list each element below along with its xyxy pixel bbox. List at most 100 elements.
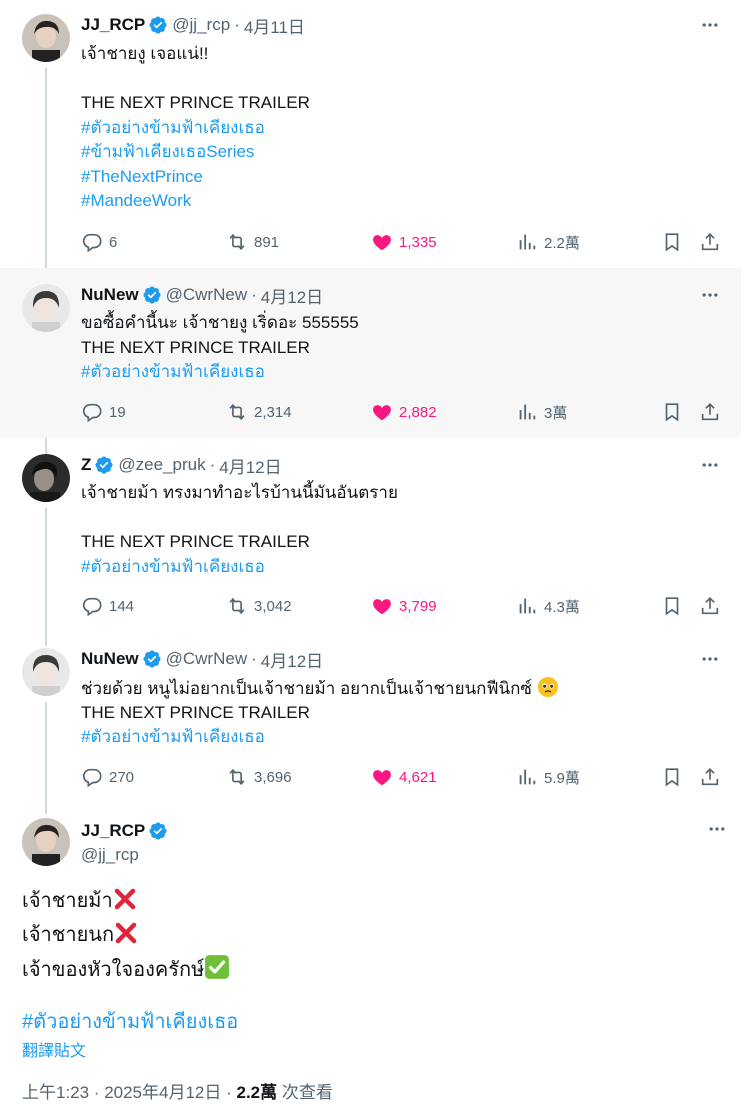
reply-count: 270	[109, 768, 135, 786]
retweet-button[interactable]: 2,314	[226, 400, 292, 424]
main-tweet-text: เจ้าชายม้า เจ้าชายนก เจ้าของหัวใจองครักษ…	[22, 886, 230, 989]
main-display-name[interactable]: JJ_RCP	[81, 821, 145, 841]
translate-post-link[interactable]: 翻譯貼文	[22, 1037, 86, 1061]
display-name[interactable]: NuNew	[81, 649, 139, 669]
post-date[interactable]: 4月11日	[244, 13, 305, 38]
reply-button[interactable]: 19	[81, 400, 126, 424]
separator-dot: ·	[209, 455, 216, 474]
like-button[interactable]: 3,799	[371, 594, 437, 618]
display-name[interactable]: JJ_RCP	[81, 15, 145, 35]
cross-mark-icon	[114, 921, 138, 954]
handle[interactable]: @zee_pruk	[118, 455, 205, 475]
reply-button[interactable]: 270	[81, 765, 134, 789]
post-date[interactable]: 4月12日	[261, 647, 323, 672]
views-button[interactable]: 5.9萬	[516, 765, 580, 789]
action-bar: 19 2,314 2,882 3萬	[81, 400, 725, 424]
views-button[interactable]: 2.2萬	[516, 230, 580, 254]
heart-icon	[373, 405, 391, 421]
reply-icon	[82, 597, 102, 617]
pleading-face-emoji-icon	[537, 676, 559, 706]
text-line	[81, 67, 310, 92]
verified-badge-icon	[143, 286, 161, 304]
reply-icon	[82, 403, 102, 423]
share-button[interactable]	[699, 230, 721, 254]
tweet-text: ช่วยด้วย หนูไม่อยากเป็นเจ้าชายม้า อยากเป…	[81, 676, 559, 750]
hashtag-link[interactable]: #ตัวอย่างข้ามฟ้าเคียงเธอ	[81, 555, 398, 580]
retweet-icon	[229, 597, 245, 615]
tweet-text: ขอซื้อคำนี้นะ เจ้าชายงู เริ่ดอะ 555555 T…	[81, 311, 359, 385]
views-count: 5.9萬	[544, 769, 580, 787]
hashtag-link[interactable]: #ตัวอย่างข้ามฟ้าเคียงเธอ	[81, 360, 359, 385]
views-count: 3萬	[544, 404, 568, 422]
reply-count: 19	[109, 403, 126, 421]
hashtag-link[interactable]: #ตัวอย่างข้ามฟ้าเคียงเธอ	[81, 116, 310, 141]
share-icon	[701, 597, 719, 615]
more-options-icon[interactable]	[699, 284, 721, 306]
like-count: 1,335	[399, 233, 437, 251]
bookmark-button[interactable]	[661, 400, 683, 424]
retweet-button[interactable]: 891	[226, 230, 279, 254]
bookmark-button[interactable]	[661, 594, 683, 618]
hashtag-link[interactable]: #ตัวอย่างข้ามฟ้าเคียงเธอ	[81, 725, 559, 750]
reply-button[interactable]: 6	[81, 230, 117, 254]
share-button[interactable]	[699, 400, 721, 424]
handle[interactable]: @CwrNew	[166, 285, 247, 305]
views-button[interactable]: 4.3萬	[516, 594, 580, 618]
handle[interactable]: @CwrNew	[166, 649, 247, 669]
views-chart-icon	[519, 404, 536, 420]
action-bar: 144 3,042 3,799 4.3萬	[81, 594, 725, 618]
main-line-text: เจ้าชายนก	[22, 924, 115, 946]
display-name[interactable]: Z	[81, 455, 91, 475]
avatar[interactable]	[22, 284, 70, 332]
text-line: THE NEXT PRINCE TRAILER	[81, 337, 310, 357]
bookmark-button[interactable]	[661, 230, 683, 254]
more-options-icon[interactable]	[699, 454, 721, 476]
retweet-button[interactable]: 3,696	[226, 765, 292, 789]
like-button[interactable]: 1,335	[371, 230, 437, 254]
retweet-button[interactable]: 3,042	[226, 594, 292, 618]
hashtag-link[interactable]: #ตัวอย่างข้ามฟ้าเคียงเธอ	[22, 1005, 238, 1037]
post-date[interactable]: 4月12日	[219, 453, 281, 478]
reply-button[interactable]: 144	[81, 594, 134, 618]
bookmark-button[interactable]	[661, 765, 683, 789]
tweet[interactable]: NuNew @CwrNew · 4月12日 ช่วยด้วย หนูไม่อยา…	[0, 634, 741, 806]
avatar[interactable]	[22, 454, 70, 502]
retweet-count: 891	[254, 233, 280, 251]
post-date[interactable]: 4月12日	[261, 283, 323, 308]
reply-icon	[82, 768, 102, 788]
verified-badge-icon	[143, 650, 161, 668]
reply-count: 144	[109, 597, 135, 615]
like-count: 2,882	[399, 403, 437, 421]
hashtag-link[interactable]: #ข้ามฟ้าเคียงเธอSeries	[81, 140, 310, 165]
like-count: 4,621	[399, 768, 437, 786]
tweet[interactable]: JJ_RCP @jj_rcp · 4月11日 เจ้าชายงู เจอแน่!…	[0, 0, 741, 268]
main-avatar[interactable]	[22, 818, 70, 866]
main-line-text: เจ้าชายม้า	[22, 890, 113, 912]
main-handle[interactable]: @jj_rcp	[81, 845, 139, 865]
avatar[interactable]	[22, 648, 70, 696]
tweet[interactable]: NuNew @CwrNew · 4月12日 ขอซื้อคำนี้นะ เจ้า…	[0, 268, 741, 438]
action-bar: 270 3,696 4,621 5.9萬	[81, 765, 725, 789]
views-button[interactable]: 3萬	[516, 400, 567, 424]
views-chart-icon	[519, 598, 536, 614]
text-line: ช่วยด้วย หนูไม่อยากเป็นเจ้าชายม้า อยากเป…	[81, 676, 559, 701]
tweet[interactable]: Z @zee_pruk · 4月12日 เจ้าชายม้า ทรงมาทำอะ…	[0, 438, 741, 634]
main-line: เจ้าชายม้า	[22, 886, 230, 920]
more-options-icon[interactable]	[699, 648, 721, 670]
more-options-icon[interactable]	[699, 14, 721, 36]
text-line-content: ช่วยด้วย หนูไม่อยากเป็นเจ้าชายม้า อยากเป…	[81, 679, 532, 698]
display-name[interactable]: NuNew	[81, 285, 139, 305]
like-button[interactable]: 2,882	[371, 400, 437, 424]
like-button[interactable]: 4,621	[371, 765, 437, 789]
handle[interactable]: @jj_rcp	[172, 15, 230, 35]
post-timestamp[interactable]: 上午1:23 · 2025年4月12日 ·	[22, 1083, 236, 1102]
reply-icon	[82, 233, 102, 253]
share-button[interactable]	[699, 594, 721, 618]
share-button[interactable]	[699, 765, 721, 789]
share-icon	[701, 403, 719, 421]
avatar[interactable]	[22, 14, 70, 62]
heart-icon	[373, 599, 391, 615]
more-options-icon[interactable]	[706, 818, 728, 840]
hashtag-link[interactable]: #MandeeWork	[81, 189, 310, 214]
hashtag-link[interactable]: #TheNextPrince	[81, 165, 310, 190]
